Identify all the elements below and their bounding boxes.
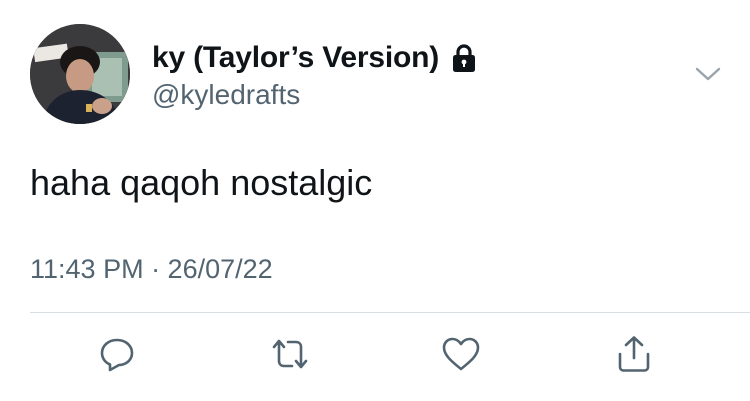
- divider: [30, 312, 750, 313]
- tweet-text: haha qaqoh nostalgic: [30, 162, 373, 203]
- author-name-row: ky (Taylor’s Version): [152, 40, 477, 76]
- display-name[interactable]: ky (Taylor’s Version): [152, 41, 439, 75]
- avatar[interactable]: [30, 24, 130, 124]
- chevron-down-icon[interactable]: [694, 64, 722, 84]
- lock-icon: [451, 43, 477, 73]
- reply-icon: [100, 338, 134, 372]
- share-icon: [618, 336, 650, 372]
- tweet-card: ky (Taylor’s Version) @kyledrafts haha q…: [0, 0, 750, 401]
- avatar-photo: [30, 24, 130, 124]
- author-handle[interactable]: @kyledrafts: [152, 79, 300, 111]
- tweet-timestamp[interactable]: 11:43 PM · 26/07/22: [30, 254, 273, 285]
- share-button[interactable]: [614, 334, 654, 374]
- heart-icon: [442, 337, 480, 371]
- retweet-button[interactable]: [270, 334, 310, 374]
- retweet-icon: [272, 339, 308, 369]
- reply-button[interactable]: [97, 334, 137, 374]
- like-button[interactable]: [441, 334, 481, 374]
